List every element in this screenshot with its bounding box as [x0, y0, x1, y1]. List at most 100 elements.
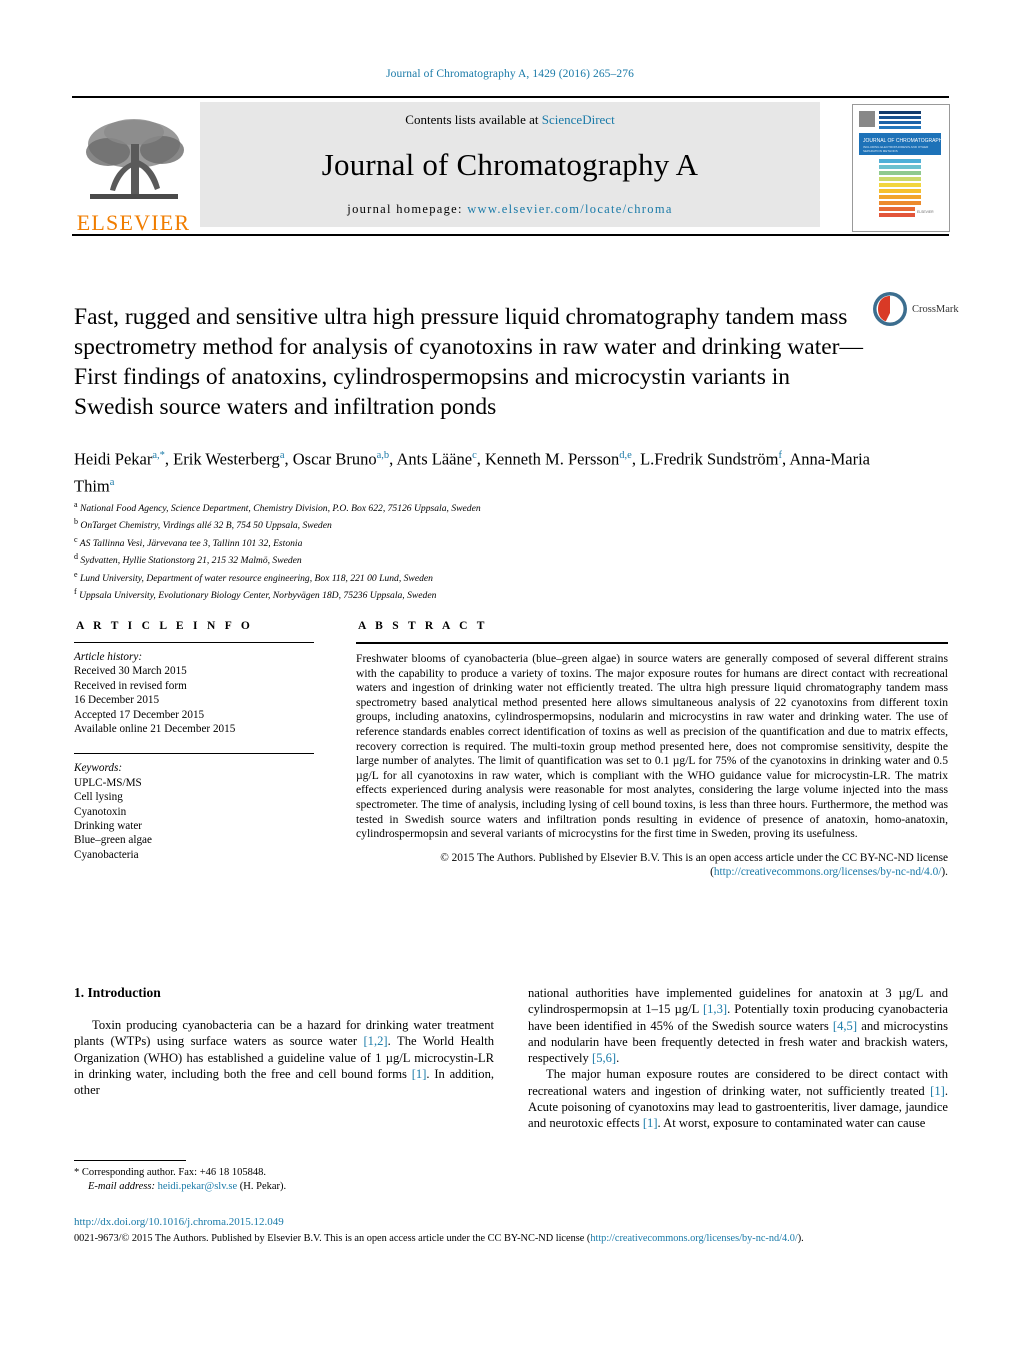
body-column-left: 1. Introduction Toxin producing cyanobac… — [74, 985, 494, 1098]
author-name: Oscar Bruno — [292, 449, 377, 469]
affiliation-item: b OnTarget Chemistry, Virdings allé 32 B… — [74, 515, 774, 532]
contents-line: Contents lists available at ScienceDirec… — [405, 112, 614, 128]
footnote-line-2: E-mail address: heidi.pekar@slv.se (H. P… — [74, 1180, 494, 1194]
affiliation-text: AS Tallinna Vesi, Järvevana tee 3, Talli… — [77, 537, 303, 549]
citation-ref-1[interactable]: [1] — [412, 1067, 427, 1081]
corresponding-author-footnote: * Corresponding author. Fax: +46 18 1058… — [74, 1166, 494, 1194]
keyword-item: UPLC-MS/MS — [74, 776, 142, 789]
author-affiliation-mark: d,e — [619, 450, 632, 461]
author-name: Erik Westerberg — [173, 449, 280, 469]
author-affiliation-mark: a,b — [376, 450, 390, 461]
affiliation-item: f Uppsala University, Evolutionary Biolo… — [74, 585, 774, 602]
email-label: E-mail address: — [88, 1181, 155, 1192]
copyright-post: ). — [941, 866, 948, 879]
running-head: Journal of Chromatography A, 1429 (2016)… — [386, 68, 634, 80]
article-history-item: Accepted 17 December 2015 — [74, 708, 205, 721]
abstract-copyright: © 2015 The Authors. Published by Elsevie… — [356, 851, 948, 880]
keyword-item: Cyanotoxin — [74, 805, 127, 818]
intro-paragraph-2: The major human exposure routes are cons… — [528, 1066, 948, 1131]
article-info-rule — [74, 642, 314, 643]
intro-paragraph-1-cont: national authorities have implemented gu… — [528, 985, 948, 1066]
author-affiliation-mark: a,* — [152, 450, 165, 461]
intro-p2-a: The major human exposure routes are cons… — [528, 1067, 948, 1098]
citation-ref-5-6[interactable]: [5,6] — [592, 1051, 616, 1065]
author-name: Ants Lääne — [396, 449, 473, 469]
homepage-prefix: journal homepage: — [347, 202, 468, 216]
doi-link[interactable]: http://dx.doi.org/10.1016/j.chroma.2015.… — [74, 1216, 284, 1228]
footer-license-link[interactable]: http://creativecommons.org/licenses/by-n… — [590, 1233, 797, 1244]
intro-paragraph-1: Toxin producing cyanobacteria can be a h… — [74, 1017, 494, 1098]
affiliation-text: Sydvatten, Hyllie Stationstorg 21, 215 3… — [78, 555, 302, 567]
abstract-block: A B S T R A C T Freshwater blooms of cya… — [356, 620, 948, 880]
cover-artwork-icon: JOURNAL OF CHROMATOGRAPHY A INCLUDING EL… — [853, 105, 949, 229]
author-separator: , — [631, 449, 641, 469]
citation-ref-1-c[interactable]: [1] — [643, 1116, 658, 1130]
affiliation-item: c AS Tallinna Vesi, Järvevana tee 3, Tal… — [74, 533, 774, 550]
citation-ref-1-2[interactable]: [1,2] — [363, 1034, 387, 1048]
body-column-right: national authorities have implemented gu… — [528, 985, 948, 1132]
affiliation-text: Lund University, Department of water res… — [77, 572, 433, 584]
article-history-item: Received 30 March 2015 — [74, 665, 187, 678]
journal-title: Journal of Chromatography A — [321, 147, 699, 182]
article-history-label: Article history: — [74, 651, 143, 663]
abstract-heading: A B S T R A C T — [358, 620, 488, 632]
homepage-url[interactable]: www.elsevier.com/locate/chroma — [467, 202, 673, 216]
footnote-corresponding: Corresponding author. Fax: +46 18 105848… — [81, 1167, 266, 1178]
author-separator: , — [476, 449, 486, 469]
affiliation-text: OnTarget Chemistry, Virdings allé 32 B, … — [78, 520, 332, 532]
contents-prefix: Contents lists available at — [405, 112, 542, 127]
svg-text:JOURNAL OF CHROMATOGRAPHY A: JOURNAL OF CHROMATOGRAPHY A — [863, 138, 947, 144]
keyword-item: Cyanobacteria — [74, 848, 139, 861]
article-info-block: A R T I C L E I N F O Article history: R… — [74, 620, 314, 862]
journal-homepage: journal homepage: www.elsevier.com/locat… — [347, 202, 672, 217]
intro-p1r-d: . — [616, 1051, 620, 1066]
journal-cover-thumbnail: JOURNAL OF CHROMATOGRAPHY A INCLUDING EL… — [852, 104, 950, 232]
journal-masthead: ELSEVIER Contents lists available at Sci… — [72, 96, 950, 236]
author-separator: , — [284, 449, 293, 469]
author-name: Kenneth M. Persson — [485, 449, 620, 469]
article-history-items: Received 30 March 2015 Received in revise… — [74, 664, 314, 736]
author-list: Heidi Pekara,*, Erik Westerberg a, Oscar … — [74, 444, 904, 497]
elsevier-logo: ELSEVIER — [72, 102, 195, 234]
svg-text:SEPARATION METHODS: SEPARATION METHODS — [863, 149, 898, 153]
keyword-item: Cell lysing — [74, 791, 123, 804]
elsevier-tree-icon — [85, 119, 184, 199]
keyword-item: Drinking water — [74, 820, 143, 833]
keywords-label: Keywords: — [74, 762, 123, 775]
keyword-item: Blue–green algae — [74, 834, 152, 847]
affiliation-item: a National Food Agency, Science Departme… — [74, 498, 774, 515]
affiliation-item: e Lund University, Department of water r… — [74, 568, 774, 585]
keywords-rule — [74, 753, 314, 755]
email-suffix: (H. Pekar). — [239, 1181, 287, 1192]
keywords-items: UPLC-MS/MS Cell lysing Cyanotoxin Drinking … — [74, 776, 314, 862]
crossmark-label: CrossMark — [912, 303, 959, 315]
footer-license: 0021-9673/© 2015 The Authors. Published … — [74, 1232, 954, 1246]
affiliation-text: Uppsala University, Evolutionary Biology… — [76, 590, 437, 602]
affiliation-item: d Sydvatten, Hyllie Stationstorg 21, 215… — [74, 550, 774, 567]
intro-p2-c: . At worst, exposure to contaminated wat… — [657, 1116, 926, 1131]
author-affiliation-mark: a — [109, 476, 115, 488]
citation-ref-1-3[interactable]: [1,3] — [703, 1002, 727, 1016]
masthead-center: Contents lists available at ScienceDirec… — [200, 102, 820, 227]
email-link[interactable]: heidi.pekar@slv.se — [158, 1181, 238, 1192]
article-history: Article history: Received 30 March 2015 R… — [74, 650, 314, 736]
footnote-star: * — [74, 1167, 80, 1178]
citation-ref-1-b[interactable]: [1] — [930, 1084, 945, 1098]
section-heading-introduction: 1. Introduction — [74, 985, 161, 1000]
sciencedirect-link[interactable]: ScienceDirect — [542, 112, 615, 127]
cc-license-link[interactable]: http://creativecommons.org/licenses/by-n… — [714, 866, 942, 878]
elsevier-wordmark: ELSEVIER — [76, 210, 191, 235]
article-page: Journal of Chromatography A, 1429 (2016)… — [0, 0, 1020, 1351]
svg-text:ELSEVIER: ELSEVIER — [917, 210, 934, 214]
affiliation-text: National Food Agency, Science Department… — [77, 503, 481, 515]
affiliation-list: a National Food Agency, Science Departme… — [74, 498, 774, 602]
article-history-item: Available online 21 December 2015 — [74, 723, 236, 736]
footnote-rule — [74, 1160, 186, 1161]
author-name: Heidi Pekar — [74, 449, 153, 469]
crossmark-badge[interactable]: CrossMark — [872, 288, 964, 330]
crossmark-icon — [873, 292, 907, 326]
citation-ref-4-5[interactable]: [4,5] — [833, 1019, 857, 1033]
abstract-rule — [356, 642, 948, 644]
article-history-item: Received in revised form — [74, 679, 187, 692]
abstract-text: Freshwater blooms of cyanobacteria (blue… — [356, 652, 948, 841]
